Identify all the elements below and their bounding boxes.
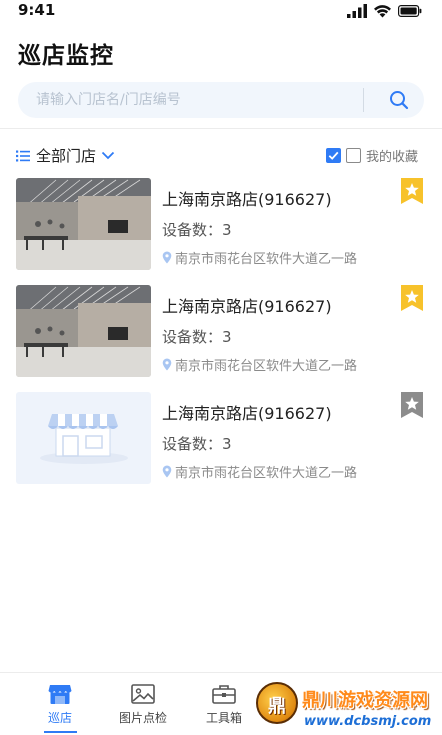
store-card[interactable]: 上海南京路店(916627) 设备数：3 南京市雨花台区软件大道乙一路	[0, 283, 442, 377]
watermark-logo: 鼎	[256, 682, 298, 724]
bookmark-star-outline-icon	[401, 392, 423, 418]
store-address: 南京市雨花台区软件大道乙一路	[162, 248, 357, 267]
status-time: 9:41	[18, 1, 56, 19]
search-box	[18, 82, 424, 118]
watermark-title: 鼎川游戏资源网	[302, 690, 428, 711]
tab-label: 图片点检	[118, 711, 167, 725]
location-pin-icon	[162, 358, 172, 371]
search-button[interactable]	[374, 82, 424, 118]
tab-store-patrol[interactable]: 巡店	[30, 683, 90, 726]
favorites-filter: 我的收藏	[326, 146, 418, 165]
status-icons	[347, 4, 422, 18]
active-tab-indicator	[44, 731, 77, 733]
bookmark-star-icon	[401, 285, 423, 311]
store-name: 上海南京路店(916627)	[162, 404, 332, 423]
store-device-count: 设备数：3	[162, 221, 232, 239]
favorites-label[interactable]: 我的收藏	[366, 146, 418, 165]
list-icon	[16, 150, 30, 161]
tab-toolbox[interactable]: 工具箱	[194, 683, 254, 726]
section-divider	[0, 128, 442, 129]
search-divider	[363, 88, 364, 112]
search-icon	[390, 91, 409, 110]
image-icon	[131, 684, 155, 704]
chevron-down-icon	[101, 151, 115, 160]
battery-icon	[398, 5, 422, 17]
wifi-icon	[374, 5, 391, 18]
location-pin-icon	[162, 251, 172, 264]
store-card[interactable]: 上海南京路店(916627) 设备数：3 南京市雨花台区软件大道乙一路	[0, 390, 442, 484]
store-device-count: 设备数：3	[162, 328, 232, 346]
store-name: 上海南京路店(916627)	[162, 297, 332, 316]
cellular-signal-icon	[347, 4, 367, 18]
favorite-button[interactable]	[401, 285, 423, 311]
store-address-text: 南京市雨花台区软件大道乙一路	[175, 252, 358, 267]
store-address: 南京市雨花台区软件大道乙一路	[162, 355, 357, 374]
watermark-logo-char: 鼎	[268, 696, 286, 717]
store-photo	[16, 178, 151, 270]
store-scope-label: 全部门店	[36, 147, 97, 165]
tab-label: 巡店	[47, 711, 72, 725]
store-device-count: 设备数：3	[162, 435, 232, 453]
favorite-button[interactable]	[401, 392, 423, 418]
tab-label: 工具箱	[205, 711, 242, 725]
bookmark-star-icon	[401, 178, 423, 204]
tab-image-inspection[interactable]: 图片点检	[113, 683, 173, 726]
store-name: 上海南京路店(916627)	[162, 190, 332, 209]
check-icon	[328, 151, 339, 160]
favorites-checkbox[interactable]	[346, 148, 361, 163]
all-stores-checkbox[interactable]	[326, 148, 341, 163]
search-input[interactable]	[36, 82, 366, 118]
location-pin-icon	[162, 465, 172, 478]
store-address-text: 南京市雨花台区软件大道乙一路	[175, 466, 358, 481]
toolbox-icon	[212, 685, 236, 704]
store-card[interactable]: 上海南京路店(916627) 设备数：3 南京市雨花台区软件大道乙一路	[0, 176, 442, 270]
watermark-url: www.dcbsmj.com	[304, 714, 432, 729]
watermark: 鼎 鼎川游戏资源网 www.dcbsmj.com	[252, 680, 442, 735]
store-scope-filter[interactable]: 全部门店	[16, 145, 115, 166]
favorite-button[interactable]	[401, 178, 423, 204]
store-address-text: 南京市雨花台区软件大道乙一路	[175, 359, 358, 374]
store-placeholder-image	[16, 392, 151, 484]
status-bar: 9:41	[0, 0, 442, 24]
page-title: 巡店监控	[18, 43, 114, 69]
store-photo	[16, 285, 151, 377]
store-icon	[48, 685, 72, 704]
store-address: 南京市雨花台区软件大道乙一路	[162, 462, 357, 481]
